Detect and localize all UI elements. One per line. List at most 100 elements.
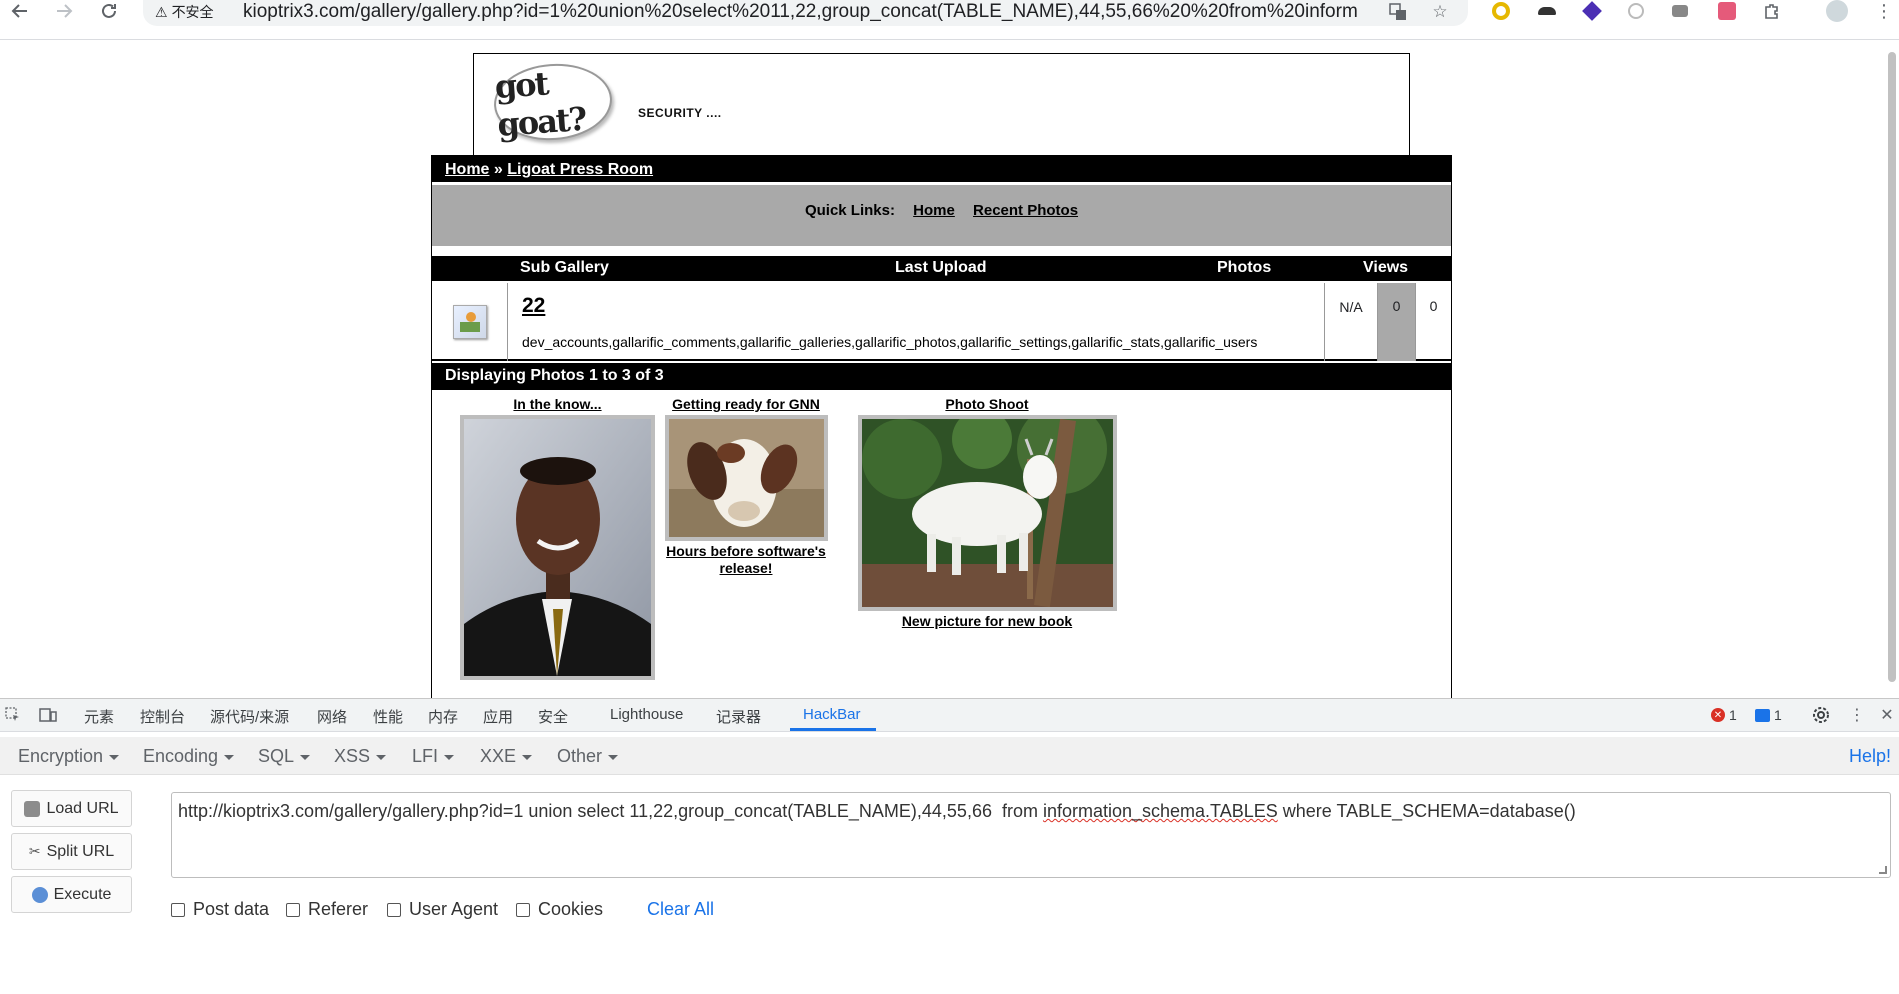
menu-xss[interactable]: XSS [334,746,387,767]
quick-links-bar: Quick Links: Home Recent Photos [432,185,1451,249]
quick-link-recent-photos[interactable]: Recent Photos [973,202,1078,219]
reload-icon[interactable] [93,0,125,22]
breadcrumb-home-link[interactable]: Home [445,161,489,178]
photo-caption-link[interactable]: New picture for new book [857,613,1117,630]
tab-hackbar[interactable]: HackBar [803,706,861,723]
error-counter[interactable]: ✕ 1 [1711,707,1737,723]
menu-encryption[interactable]: Encryption [18,746,120,767]
page-scrollbar[interactable] [1885,40,1899,698]
split-url-button[interactable]: ✂ Split URL [11,833,132,870]
active-tab-indicator [790,728,876,731]
tab-memory[interactable]: 内存 [428,706,458,727]
tab-performance[interactable]: 性能 [373,706,403,727]
display-count-bar: Displaying Photos 1 to 3 of 3 [432,363,1451,390]
extension-link-icon[interactable] [1624,0,1648,22]
tab-application[interactable]: 应用 [483,706,513,727]
scissors-icon: ✂ [28,843,41,859]
chevron-down-icon [444,754,455,760]
cookies-checkbox[interactable] [516,902,530,917]
inspect-element-icon[interactable] [2,704,24,726]
back-icon[interactable] [4,0,36,22]
warning-icon: ⚠ [155,3,168,20]
photo-title-link[interactable]: In the know... [460,396,655,412]
bookmark-star-icon[interactable]: ☆ [1428,1,1452,23]
url-text-part: http://kioptrix3.com/gallery/gallery.php… [178,801,1043,821]
message-count: 1 [1774,707,1782,723]
sub-gallery-title-link[interactable]: 22 [522,294,545,318]
menu-xxe[interactable]: XXE [480,746,533,767]
clear-all-link[interactable]: Clear All [647,899,714,920]
tab-recorder[interactable]: 记录器 [716,706,761,727]
devtools-tab-bar: 元素 控制台 源代码/来源 网络 性能 内存 应用 安全 Lighthouse … [0,699,1899,732]
photo-image[interactable] [664,415,828,541]
extension-translate-red-icon[interactable] [1715,0,1739,22]
header-photos: Photos [1217,259,1272,276]
settings-gear-icon[interactable] [1810,704,1832,726]
address-bar[interactable]: ⚠ 不安全 kioptrix3.com/gallery/gallery.php?… [143,0,1468,26]
sub-gallery-cell: 22 dev_accounts,gallarific_comments,gall… [508,283,1325,361]
tab-network[interactable]: 网络 [317,706,347,727]
url-text-part: where TABLE_SCHEMA=database() [1277,801,1576,821]
extension-puzzle-gray-icon[interactable] [1668,0,1692,22]
chevron-down-icon [376,754,387,760]
photo-title-link[interactable]: Getting ready for GNN [662,396,830,412]
tab-console[interactable]: 控制台 [140,706,185,727]
profile-avatar[interactable] [1825,0,1849,22]
url-text[interactable]: kioptrix3.com/gallery/gallery.php?id=1%2… [243,1,1358,23]
site-tagline: SECURITY .... [638,106,722,120]
user-agent-checkbox[interactable] [387,902,401,917]
split-url-label: Split URL [46,842,115,860]
site-header: got goat? SECURITY .... [473,53,1410,156]
chevron-down-icon [608,754,619,760]
sub-gallery-thumbnail[interactable] [432,283,508,361]
security-indicator[interactable]: ⚠ 不安全 [155,2,214,22]
menu-encoding[interactable]: Encoding [143,746,235,767]
load-url-button[interactable]: Load URL [11,790,132,827]
menu-lfi-label: LFI [412,746,439,766]
url-textarea[interactable]: http://kioptrix3.com/gallery/gallery.php… [171,792,1891,878]
extension-hat-icon[interactable] [1535,0,1559,22]
menu-encryption-label: Encryption [18,746,104,766]
tab-lighthouse[interactable]: Lighthouse [610,706,683,723]
menu-other[interactable]: Other [557,746,619,767]
message-counter[interactable]: 1 [1755,707,1782,723]
execute-button[interactable]: Execute [11,876,132,913]
extension-cube-icon[interactable] [1580,0,1604,22]
photo-image[interactable] [460,415,655,680]
page-scrollbar-thumb[interactable] [1888,52,1896,682]
tab-sources[interactable]: 源代码/来源 [210,706,289,727]
extension-ring-icon[interactable] [1489,0,1513,22]
device-toolbar-icon[interactable] [37,704,59,726]
user-agent-option[interactable]: User Agent [387,899,498,920]
site-logo[interactable]: got goat? [491,59,615,145]
referer-label: Referer [308,899,369,919]
photo-item: In the know... [460,396,655,680]
tab-elements[interactable]: 元素 [84,706,114,727]
browser-menu-icon[interactable]: ⋮ [1872,0,1896,22]
cookies-label: Cookies [538,899,604,919]
extensions-puzzle-icon[interactable] [1760,0,1784,22]
help-link[interactable]: Help! [1849,746,1891,767]
translate-icon[interactable] [1386,1,1410,23]
breadcrumb-current-link[interactable]: Ligoat Press Room [507,161,653,178]
forward-icon[interactable] [48,0,80,22]
cookies-option[interactable]: Cookies [516,899,603,920]
quick-links-label: Quick Links: [804,202,895,219]
post-data-option[interactable]: Post data [171,899,269,920]
photos-count-cell: 0 [1378,283,1416,361]
photo-caption-link[interactable]: Hours before software's release! [662,543,830,577]
message-icon [1755,708,1770,722]
resize-handle[interactable] [1879,866,1887,874]
referer-option[interactable]: Referer [286,899,368,920]
menu-lfi[interactable]: LFI [412,746,455,767]
photo-image[interactable] [857,415,1117,611]
referer-checkbox[interactable] [286,902,300,917]
tab-security[interactable]: 安全 [538,706,568,727]
more-options-icon[interactable]: ⋮ [1846,704,1868,726]
menu-sql[interactable]: SQL [258,746,311,767]
quick-link-home[interactable]: Home [913,202,955,219]
load-url-icon [24,800,41,817]
photo-title-link[interactable]: Photo Shoot [857,396,1117,412]
close-devtools-icon[interactable]: ✕ [1876,704,1898,726]
post-data-checkbox[interactable] [171,902,185,917]
